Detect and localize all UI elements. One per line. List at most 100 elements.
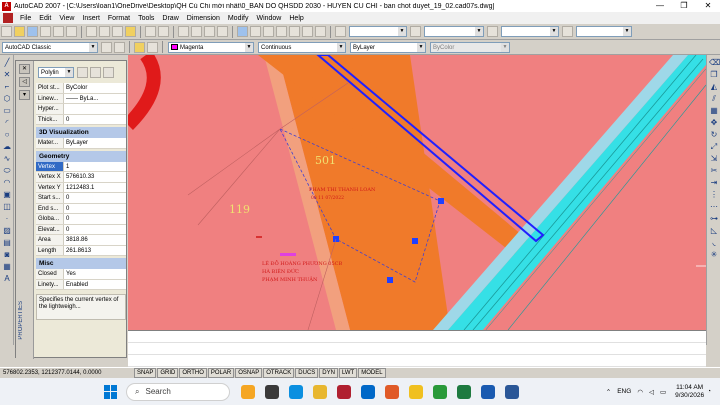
edge-icon[interactable] (289, 384, 303, 399)
ellipse-arc-icon[interactable]: ◠ (2, 178, 12, 187)
open-icon[interactable] (14, 26, 25, 37)
menu-format[interactable]: Format (104, 15, 134, 22)
break-point-icon[interactable]: ⋮ (709, 190, 719, 199)
dim-style-icon[interactable] (335, 26, 346, 37)
prop-row-thickness[interactable]: Thick... 0 (36, 114, 126, 125)
app3-icon[interactable] (481, 384, 495, 399)
app-icon[interactable] (385, 384, 399, 399)
array-icon[interactable]: ▦ (709, 106, 719, 115)
polygon-icon[interactable]: ⬡ (2, 94, 12, 103)
properties-icon[interactable] (237, 26, 248, 37)
section-3d-visualization[interactable]: 3D Visualization (36, 127, 126, 138)
layer-previous-icon[interactable] (147, 41, 158, 53)
gradient-icon[interactable]: ▤ (2, 238, 12, 247)
lineweight-combo[interactable]: ByLayer ▼ (350, 41, 426, 53)
workspace-settings-icon[interactable] (101, 41, 112, 53)
multileader-combo[interactable]: ▼ (576, 26, 632, 37)
publish-icon[interactable] (66, 26, 77, 37)
prop-row-end-segment[interactable]: End s... 0 (36, 203, 126, 214)
table-style-combo[interactable]: ▼ (501, 26, 559, 37)
minimize-button[interactable]: — (648, 0, 672, 12)
zalo-icon[interactable] (361, 384, 375, 399)
coordinate-readout[interactable]: 576802.2353, 1212377.0144, 0.0000 (0, 370, 134, 376)
prop-row-lineweight[interactable]: Linew... —— ByLa... (36, 93, 126, 104)
prop-row-plotstyle[interactable]: Plot st... ByColor (36, 83, 126, 94)
osnap-toggle[interactable]: OSNAP (235, 368, 263, 378)
ducs-toggle[interactable]: DUCS (295, 368, 319, 378)
linetype-combo[interactable]: Continuous ▼ (258, 41, 346, 53)
palette-menu-icon[interactable]: ▾ (19, 90, 30, 100)
wifi-icon[interactable]: ◠ (637, 388, 643, 396)
copy-icon[interactable] (99, 26, 110, 37)
vertex-stepper[interactable]: 1 (64, 162, 126, 172)
model-toggle[interactable]: MODEL (358, 368, 386, 378)
palette-autohide-icon[interactable]: ◁ (19, 77, 30, 87)
clock[interactable]: 11:04 AM 9/30/2026 (675, 384, 704, 400)
prop-row-material[interactable]: Mater... ByLayer (36, 138, 126, 149)
menu-view[interactable]: View (55, 15, 78, 22)
menu-edit[interactable]: Edit (35, 15, 55, 22)
break-icon[interactable]: ⋯ (709, 202, 719, 211)
prop-row-vertex-x[interactable]: Vertex X 576610.33 (36, 172, 126, 183)
new-icon[interactable] (1, 26, 12, 37)
widgets-icon[interactable] (241, 384, 255, 399)
move-icon[interactable]: ✥ (709, 118, 719, 127)
menu-window[interactable]: Window (252, 15, 285, 22)
section-geometry[interactable]: Geometry (36, 150, 126, 162)
table-icon[interactable]: ▦ (2, 262, 12, 271)
table-style-icon[interactable] (410, 26, 421, 37)
insert-block-icon[interactable]: ▣ (2, 190, 12, 199)
circle-icon[interactable]: ○ (2, 130, 12, 139)
palette-close-icon[interactable]: ✕ (19, 64, 30, 74)
make-block-icon[interactable]: ◫ (2, 202, 12, 211)
battery-icon[interactable]: ▭ (660, 388, 666, 396)
point-icon[interactable]: · (2, 214, 12, 223)
tool-palettes-icon[interactable] (263, 26, 274, 37)
file-explorer-icon[interactable] (313, 384, 327, 399)
print-icon[interactable] (40, 26, 51, 37)
rectangle-icon[interactable]: ▭ (2, 106, 12, 115)
grid-toggle[interactable]: GRID (157, 368, 179, 378)
ellipse-icon[interactable]: ⬭ (2, 166, 12, 175)
prop-row-hyperlink[interactable]: Hyper... (36, 104, 126, 115)
prop-row-global-width[interactable]: Globa... 0 (36, 214, 126, 225)
rotate-icon[interactable]: ↻ (709, 130, 719, 139)
lwt-toggle[interactable]: LWT (338, 368, 358, 378)
prop-row-closed[interactable]: Closed Yes (36, 269, 126, 280)
sheet-set-icon[interactable] (276, 26, 287, 37)
layer-state-icon[interactable] (562, 26, 573, 37)
taskbar-search[interactable]: ⌕ Search (126, 382, 230, 401)
markup-icon[interactable] (289, 26, 300, 37)
word-icon[interactable] (505, 384, 519, 399)
menu-modify[interactable]: Modify (224, 15, 253, 22)
save-icon[interactable] (27, 26, 38, 37)
command-line[interactable] (128, 330, 706, 367)
pickadd-icon[interactable] (77, 66, 88, 78)
arc-icon[interactable]: ◜ (2, 118, 12, 127)
dim-style-combo[interactable]: ▼ (424, 26, 484, 37)
line-icon[interactable]: ╱ (2, 58, 12, 67)
document-icon[interactable] (3, 13, 13, 23)
close-button[interactable]: ✕ (696, 0, 720, 12)
match-properties-icon[interactable] (125, 26, 136, 37)
fillet-icon[interactable]: ◟ (709, 238, 719, 247)
pan-icon[interactable] (178, 26, 189, 37)
object-type-combo[interactable]: Polylin ▼ (38, 66, 74, 78)
command-input-line[interactable] (128, 355, 706, 367)
menu-dimension[interactable]: Dimension (183, 15, 224, 22)
prop-row-vertex[interactable]: Vertex 1 (36, 161, 126, 172)
prop-row-linetype-generation[interactable]: Linety... Enabled (36, 279, 126, 290)
menu-tools[interactable]: Tools (134, 15, 158, 22)
excel-icon[interactable] (457, 384, 471, 399)
prop-row-elevation[interactable]: Elevat... 0 (36, 224, 126, 235)
text-style-combo[interactable]: ▼ (349, 26, 407, 37)
chamfer-icon[interactable]: ◺ (709, 226, 719, 235)
extend-icon[interactable]: ⇥ (709, 178, 719, 187)
hatch-icon[interactable]: ▨ (2, 226, 12, 235)
drawing-canvas[interactable]: 119 501 PHAM THI THANH LOAN 08 11 07/202… (128, 55, 706, 330)
quick-select-icon[interactable] (103, 66, 114, 78)
chevron-up-icon[interactable]: ⌃ (606, 388, 611, 396)
redo-icon[interactable] (158, 26, 169, 37)
cut-icon[interactable] (86, 26, 97, 37)
task-view-icon[interactable] (265, 384, 279, 399)
